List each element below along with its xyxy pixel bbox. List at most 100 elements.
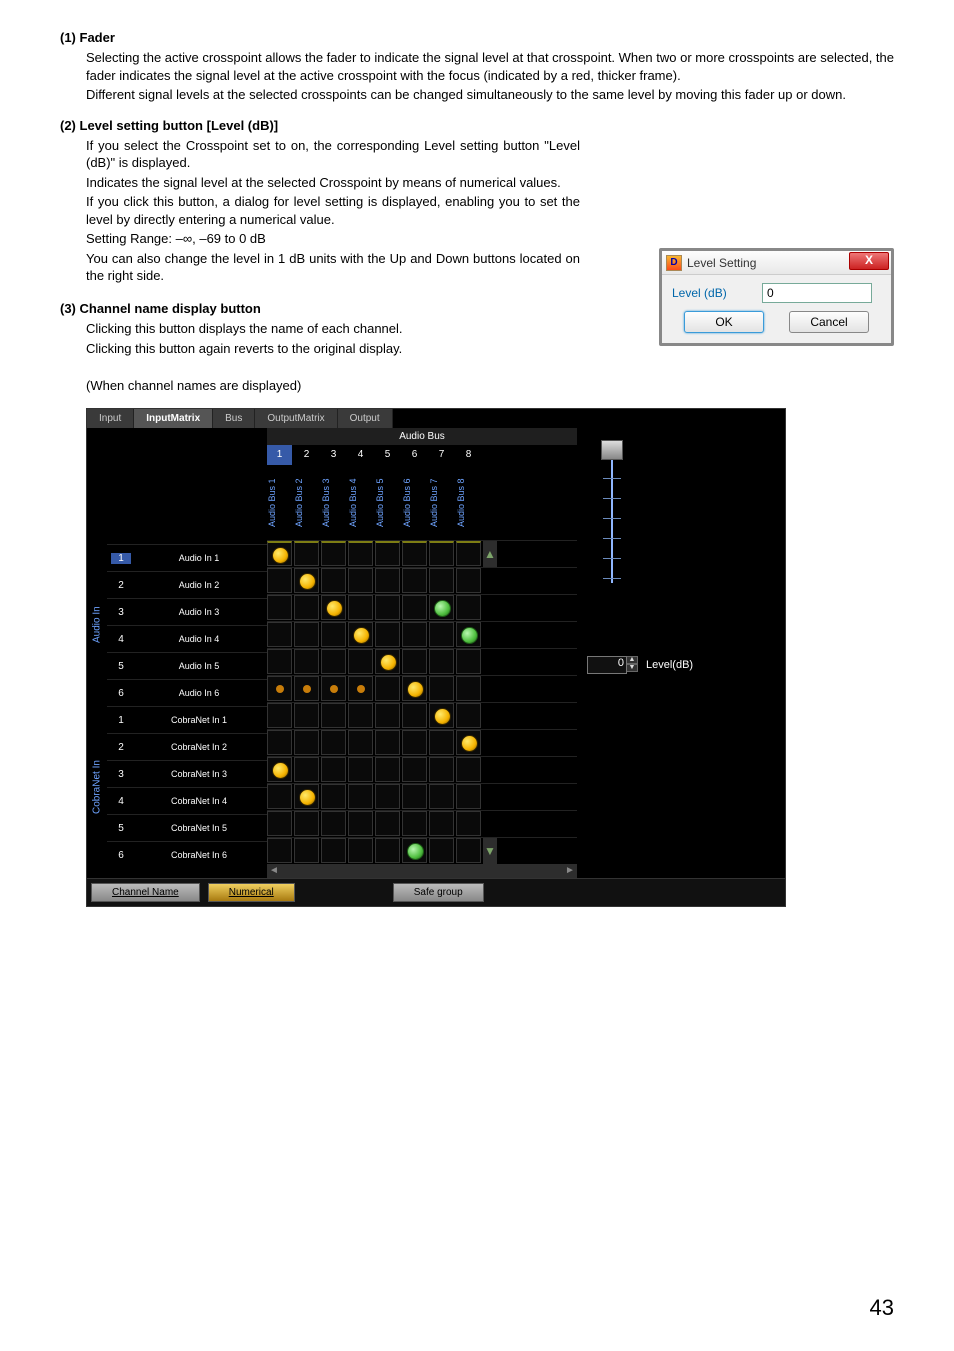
crosspoint-cell[interactable] [321, 703, 346, 728]
crosspoint-cell[interactable] [348, 784, 373, 809]
crosspoint-cell[interactable] [429, 622, 454, 647]
crosspoint-cell[interactable] [402, 622, 427, 647]
crosspoint-cell[interactable] [267, 622, 292, 647]
crosspoint-cell[interactable] [375, 568, 400, 593]
crosspoint-cell[interactable] [402, 541, 427, 566]
crosspoint-cell[interactable] [321, 541, 346, 566]
cancel-button[interactable]: Cancel [789, 311, 869, 333]
row-item[interactable]: 2Audio In 2 [107, 571, 267, 598]
column-number[interactable]: 7 [429, 445, 454, 465]
tab-bus[interactable]: Bus [213, 409, 255, 428]
crosspoint-cell[interactable] [321, 622, 346, 647]
spinner-up-icon[interactable]: ▲ [626, 656, 638, 664]
column-number[interactable]: 4 [348, 445, 373, 465]
column-number[interactable]: 6 [402, 445, 427, 465]
crosspoint-cell[interactable] [294, 730, 319, 755]
crosspoint-cell[interactable] [429, 784, 454, 809]
crosspoint-cell[interactable] [267, 838, 292, 863]
crosspoint-cell[interactable] [294, 649, 319, 674]
ok-button[interactable]: OK [684, 311, 764, 333]
crosspoint-cell[interactable] [294, 622, 319, 647]
crosspoint-cell[interactable] [402, 595, 427, 620]
crosspoint-cell[interactable] [402, 838, 427, 863]
crosspoint-cell[interactable] [348, 568, 373, 593]
crosspoint-cell[interactable] [294, 541, 319, 566]
crosspoint-cell[interactable] [402, 568, 427, 593]
row-item[interactable]: 6CobraNet In 6 [107, 841, 267, 868]
row-item[interactable]: 3Audio In 3 [107, 598, 267, 625]
crosspoint-cell[interactable] [456, 622, 481, 647]
scroll-down-icon[interactable]: ▼ [483, 838, 497, 864]
crosspoint-cell[interactable] [321, 811, 346, 836]
crosspoint-cell[interactable] [456, 811, 481, 836]
crosspoint-cell[interactable] [348, 676, 373, 701]
crosspoint-cell[interactable] [294, 595, 319, 620]
row-item[interactable]: 2CobraNet In 2 [107, 733, 267, 760]
crosspoint-cell[interactable] [321, 568, 346, 593]
crosspoint-cell[interactable] [321, 649, 346, 674]
tab-outputmatrix[interactable]: OutputMatrix [255, 409, 337, 428]
crosspoint-cell[interactable] [348, 838, 373, 863]
fader-handle[interactable] [601, 440, 623, 460]
crosspoint-cell[interactable] [294, 838, 319, 863]
crosspoint-cell[interactable] [348, 649, 373, 674]
crosspoint-cell[interactable] [456, 838, 481, 863]
crosspoint-cell[interactable] [267, 784, 292, 809]
crosspoint-cell[interactable] [429, 811, 454, 836]
crosspoint-cell[interactable] [321, 730, 346, 755]
crosspoint-cell[interactable] [267, 703, 292, 728]
crosspoint-cell[interactable] [456, 784, 481, 809]
crosspoint-cell[interactable] [348, 595, 373, 620]
crosspoint-cell[interactable] [294, 784, 319, 809]
row-item[interactable]: 4CobraNet In 4 [107, 787, 267, 814]
crosspoint-cell[interactable] [267, 811, 292, 836]
crosspoint-cell[interactable] [375, 811, 400, 836]
crosspoint-cell[interactable] [402, 730, 427, 755]
crosspoint-cell[interactable] [456, 676, 481, 701]
channel-name-button[interactable]: Channel Name [91, 883, 200, 902]
crosspoint-cell[interactable] [321, 757, 346, 782]
scroll-left-icon[interactable]: ◄ [267, 864, 281, 878]
crosspoint-cell[interactable] [375, 784, 400, 809]
tab-input[interactable]: Input [87, 409, 134, 428]
crosspoint-cell[interactable] [402, 676, 427, 701]
crosspoint-cell[interactable] [375, 757, 400, 782]
crosspoint-cell[interactable] [375, 703, 400, 728]
crosspoint-cell[interactable] [429, 568, 454, 593]
crosspoint-cell[interactable] [456, 595, 481, 620]
spinner-down-icon[interactable]: ▼ [626, 664, 638, 672]
crosspoint-cell[interactable] [375, 541, 400, 566]
level-readout[interactable]: 0 [587, 656, 627, 674]
crosspoint-cell[interactable] [321, 676, 346, 701]
crosspoint-cell[interactable] [429, 595, 454, 620]
crosspoint-cell[interactable] [429, 541, 454, 566]
crosspoint-cell[interactable] [267, 757, 292, 782]
crosspoint-cell[interactable] [402, 757, 427, 782]
row-item[interactable]: 5CobraNet In 5 [107, 814, 267, 841]
crosspoint-cell[interactable] [294, 757, 319, 782]
crosspoint-cell[interactable] [267, 568, 292, 593]
close-button[interactable]: X [849, 252, 889, 270]
crosspoint-cell[interactable] [429, 676, 454, 701]
crosspoint-cell[interactable] [294, 676, 319, 701]
crosspoint-cell[interactable] [429, 730, 454, 755]
crosspoint-cell[interactable] [267, 676, 292, 701]
crosspoint-cell[interactable] [348, 622, 373, 647]
crosspoint-cell[interactable] [375, 730, 400, 755]
crosspoint-cell[interactable] [321, 838, 346, 863]
crosspoint-cell[interactable] [267, 649, 292, 674]
crosspoint-cell[interactable] [375, 838, 400, 863]
level-input[interactable] [762, 283, 872, 303]
crosspoint-cell[interactable] [348, 541, 373, 566]
horizontal-scrollbar[interactable]: ◄ ► [267, 864, 577, 878]
crosspoint-cell[interactable] [348, 757, 373, 782]
numerical-button[interactable]: Numerical [208, 883, 295, 902]
crosspoint-cell[interactable] [456, 730, 481, 755]
crosspoint-cell[interactable] [294, 568, 319, 593]
level-spinner[interactable]: ▲ ▼ [626, 656, 638, 674]
crosspoint-cell[interactable] [267, 595, 292, 620]
column-number[interactable]: 3 [321, 445, 346, 465]
column-number[interactable]: 2 [294, 445, 319, 465]
scroll-right-icon[interactable]: ► [563, 864, 577, 878]
crosspoint-cell[interactable] [402, 811, 427, 836]
